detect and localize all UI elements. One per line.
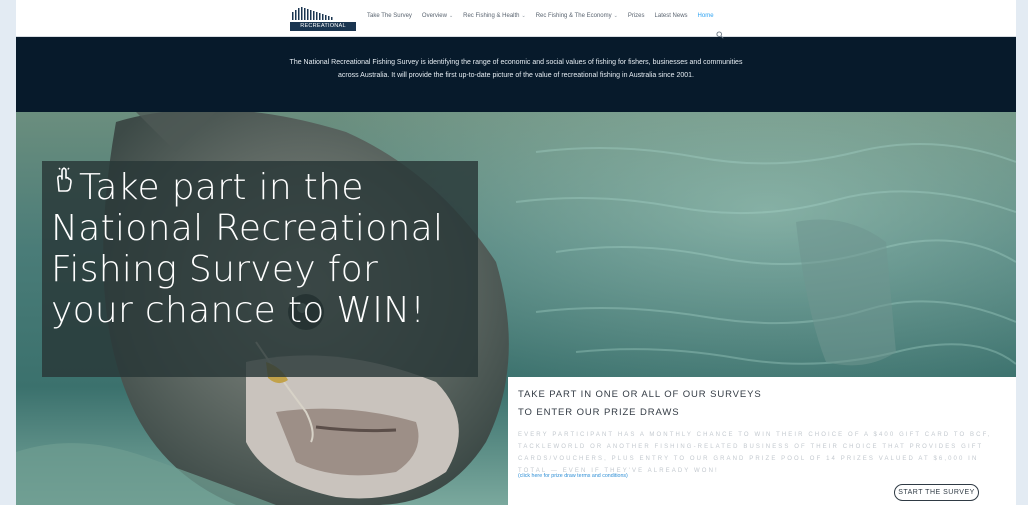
headline-box: Take part in the National Recreational F… [42,161,478,377]
panel-title-line-1: TAKE PART IN ONE OR ALL OF OUR SURVEYS [518,389,762,400]
intro-band: The National Recreational Fishing Survey… [16,37,1016,112]
nav-label: Home [697,13,714,19]
chevron-down-icon: ⌄ [448,13,454,19]
terms-link[interactable]: (click here for prize draw terms and con… [518,473,628,479]
intro-text: The National Recreational Fishing Survey… [289,59,743,79]
nav-overview[interactable]: Overview ⌄ [422,13,453,19]
panel-body-text: Every participant has a monthly chance t… [518,432,992,474]
headline-text: Take part in the National Recreational F… [51,167,444,331]
nav-latest-news[interactable]: Latest News [655,13,688,19]
logo-text: RECREATIONAL FISHING [290,22,356,38]
page-frame: RECREATIONAL FISHING Take The Survey Ove… [16,0,1016,505]
panel-title-line-2: TO ENTER OUR PRIZE DRAWS [518,407,680,418]
chevron-down-icon: ⌄ [521,13,526,19]
pointing-hand-icon [56,167,72,192]
nav-rec-fishing-health[interactable]: Rec Fishing & Health ⌄ [463,13,526,19]
site-logo[interactable]: RECREATIONAL FISHING [290,7,356,38]
hero-section: Take part in the National Recreational F… [16,112,1016,505]
nav-label: Rec Fishing & The Economy [535,13,612,19]
nav-label: Latest News [654,13,688,19]
nav-home[interactable]: Home [698,13,714,19]
site-header: RECREATIONAL FISHING Take The Survey Ove… [16,0,1016,38]
nav-label: Prizes [627,13,645,19]
nav-take-the-survey[interactable]: Take The Survey [367,13,412,19]
chevron-down-icon: ⌄ [613,13,618,19]
nav-label: Overview [421,13,447,19]
search-icon[interactable] [716,31,724,39]
nav-prizes[interactable]: Prizes [628,13,645,19]
nav-label: Rec Fishing & Health [463,13,520,19]
nav-rec-fishing-economy[interactable]: Rec Fishing & The Economy ⌄ [536,13,618,19]
hero-headline: Take part in the National Recreational F… [51,167,471,331]
prize-panel: TAKE PART IN ONE OR ALL OF OUR SURVEYS T… [508,377,1016,505]
logo-bars-graphic [292,7,333,20]
nav-label: Take The Survey [367,13,412,19]
main-nav: Take The Survey Overview ⌄ Rec Fishing & … [367,13,714,19]
start-survey-button[interactable]: START THE SURVEY [894,484,979,501]
